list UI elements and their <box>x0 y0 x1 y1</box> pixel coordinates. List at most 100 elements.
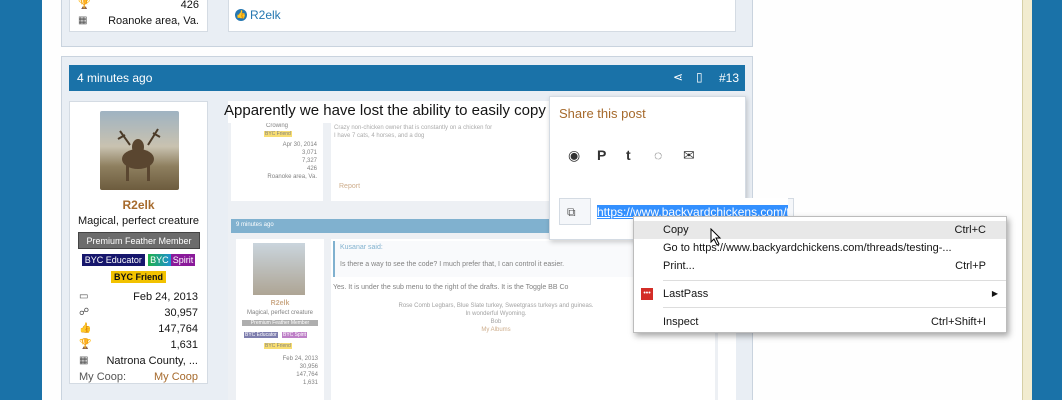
menu-print[interactable]: Print... Ctrl+P <box>634 257 1006 275</box>
img-reply-text: Yes. It is under the sub menu to the rig… <box>333 284 569 291</box>
menu-divider-2 <box>663 307 1006 308</box>
img-signature: Rose Comb Legbars, Blue Slate turkey, Sw… <box>331 302 661 334</box>
prev-location: Roanoke area, Va. <box>108 15 199 27</box>
img-sig2: I have 7 cats, 4 horses, and a dog <box>334 133 425 139</box>
menu-inspect-shortcut: Ctrl+Shift+I <box>930 316 986 328</box>
lastpass-icon: ••• <box>641 288 653 300</box>
calendar-icon: ▭ <box>79 291 89 302</box>
previous-post: 🏆 426 ▦ Roanoke area, Va. 👍 R2elk <box>61 0 753 47</box>
joined-row: ▭ Feb 24, 2013 <box>79 289 198 305</box>
img-sig-line1: Rose Comb Legbars, Blue Slate turkey, Sw… <box>398 303 594 309</box>
img-sig-line4: My Albums <box>481 327 511 333</box>
img-v1: 3,071 <box>301 150 317 156</box>
share-icon[interactable]: ⋖ <box>673 70 683 84</box>
img-inner-v1: 30,956 <box>299 364 318 370</box>
badge-row: BYC Educator BYC Spirit <box>70 252 207 266</box>
menu-lastpass[interactable]: ••• LastPass ▶ <box>634 285 1006 303</box>
whatsapp-icon[interactable]: ◌ <box>654 147 662 163</box>
previous-reactions: 👍 R2elk <box>228 0 736 32</box>
img-quote-author: Kusanar said: <box>340 244 383 251</box>
user-title: Magical, perfect creature <box>77 215 200 227</box>
previous-user-panel: 🏆 426 ▦ Roanoke area, Va. <box>69 0 208 32</box>
img-inner-time: 9 minutes ago <box>236 222 274 228</box>
messages-row: ☍ 30,957 <box>79 305 198 321</box>
spirit-badge: Spirit <box>170 254 196 266</box>
img-quote-text: Is there a way to see the code? I much p… <box>340 261 565 268</box>
user-stats: ▭ Feb 24, 2013 ☍ 30,957 👍 147,764 🏆 1,631 ▦ N… <box>79 289 198 385</box>
reaction-user-link[interactable]: R2elk <box>250 8 281 22</box>
menu-print-shortcut: Ctrl+P <box>955 260 986 272</box>
map-icon: ▦ <box>79 355 89 366</box>
location-value: Natrona County, ... <box>106 355 198 367</box>
bookmark-icon[interactable]: ▯ <box>696 70 703 84</box>
img-inner-edu: BYC Educator <box>244 332 278 338</box>
trophy-icon: 🏆 <box>79 339 92 350</box>
reactions-row: 👍 147,764 <box>79 321 198 337</box>
reddit-icon[interactable]: ◉ <box>568 147 580 164</box>
share-title: Share this post <box>559 106 646 121</box>
avatar[interactable] <box>100 111 179 190</box>
tumblr-icon[interactable]: t <box>626 147 631 163</box>
reactions-value: 147,764 <box>158 323 198 335</box>
post-time[interactable]: 4 minutes ago <box>77 71 152 85</box>
map-icon: ▦ <box>78 15 88 26</box>
prev-stat-value: 426 <box>180 0 199 11</box>
prev-location-row: ▦ Roanoke area, Va. <box>70 13 207 29</box>
img-avatar <box>253 243 305 295</box>
messages-value: 30,957 <box>164 307 198 319</box>
points-value: 1,631 <box>170 339 198 351</box>
img-inner-name: R2elk <box>270 300 290 307</box>
post-number[interactable]: #13 <box>719 71 739 85</box>
img-sig-line3: Bob <box>490 319 502 325</box>
elk-silhouette <box>117 128 161 181</box>
img-inner-date: Feb 24, 2013 <box>282 356 318 362</box>
menu-copy[interactable]: Copy Ctrl+C <box>634 221 1006 239</box>
joined-value: Feb 24, 2013 <box>133 291 198 303</box>
coop-label: My Coop: <box>79 371 127 383</box>
premium-badge: Premium Feather Member <box>78 232 200 249</box>
location-row: ▦ Natrona County, ... <box>79 353 198 369</box>
prev-stat-row: 🏆 426 <box>70 0 207 13</box>
message-text: Apparently we have lost the ability to e… <box>224 102 579 119</box>
copy-icon[interactable]: ⧉ <box>567 205 576 220</box>
img-v2: 7,327 <box>301 158 317 164</box>
thumbs-up-icon: 👍 <box>79 323 92 334</box>
img-date: Apr 30, 2014 <box>282 142 317 148</box>
img-inner-v2: 147,764 <box>296 372 318 378</box>
img-inner-member: Premium Feather Member <box>242 320 318 326</box>
img-rank: Crowing <box>265 123 288 129</box>
spirit-badge-byc: BYC <box>148 254 171 266</box>
submenu-arrow-icon: ▶ <box>991 289 998 298</box>
img-user-panel: Crowing BYC Friend Apr 30, 2014 3,071 7,… <box>231 123 323 201</box>
context-menu: Copy Ctrl+C Go to https://www.backyardch… <box>633 216 1007 333</box>
user-name[interactable]: R2elk <box>70 198 207 212</box>
mouse-cursor-icon <box>710 228 722 246</box>
messages-icon: ☍ <box>79 307 90 318</box>
trophy-icon: 🏆 <box>78 0 91 10</box>
educator-badge: BYC Educator <box>81 254 145 266</box>
menu-inspect[interactable]: Inspect Ctrl+Shift+I <box>634 313 1006 331</box>
img-inner-stats: Feb 24, 2013 30,956 147,764 1,631 <box>242 355 318 387</box>
img-sig1: Crazy non-chicken owner that is constant… <box>334 125 493 131</box>
email-icon[interactable]: ✉ <box>683 147 695 164</box>
img-sig-line2: In wonderful Wyoming. <box>465 311 527 317</box>
img-inner-friend: BYC Friend <box>264 343 292 349</box>
img-v3: 426 <box>306 166 317 172</box>
menu-print-label: Print... <box>663 260 695 272</box>
coop-link[interactable]: My Coop <box>154 369 198 385</box>
friend-badge-row: BYC Friend <box>70 269 207 283</box>
page-edge <box>1022 0 1032 400</box>
img-inner-v3: 1,631 <box>302 380 318 386</box>
menu-goto[interactable]: Go to https://www.backyardchickens.com/t… <box>634 239 1006 257</box>
menu-divider <box>663 280 1006 281</box>
pinterest-icon[interactable]: P <box>597 147 606 163</box>
post-header: 4 minutes ago ⋖ ▯ #13 <box>69 65 745 91</box>
coop-row: My Coop: My Coop <box>79 369 198 385</box>
menu-lastpass-label: LastPass <box>663 288 709 300</box>
img-loc: Roanoke area, Va. <box>267 174 317 180</box>
like-icon: 👍 <box>235 9 247 21</box>
img-friend: BYC Friend <box>264 131 292 137</box>
img-stats: Apr 30, 2014 3,071 7,327 426 Roanoke are… <box>237 141 317 181</box>
menu-copy-label: Copy <box>663 224 689 236</box>
points-row: 🏆 1,631 <box>79 337 198 353</box>
